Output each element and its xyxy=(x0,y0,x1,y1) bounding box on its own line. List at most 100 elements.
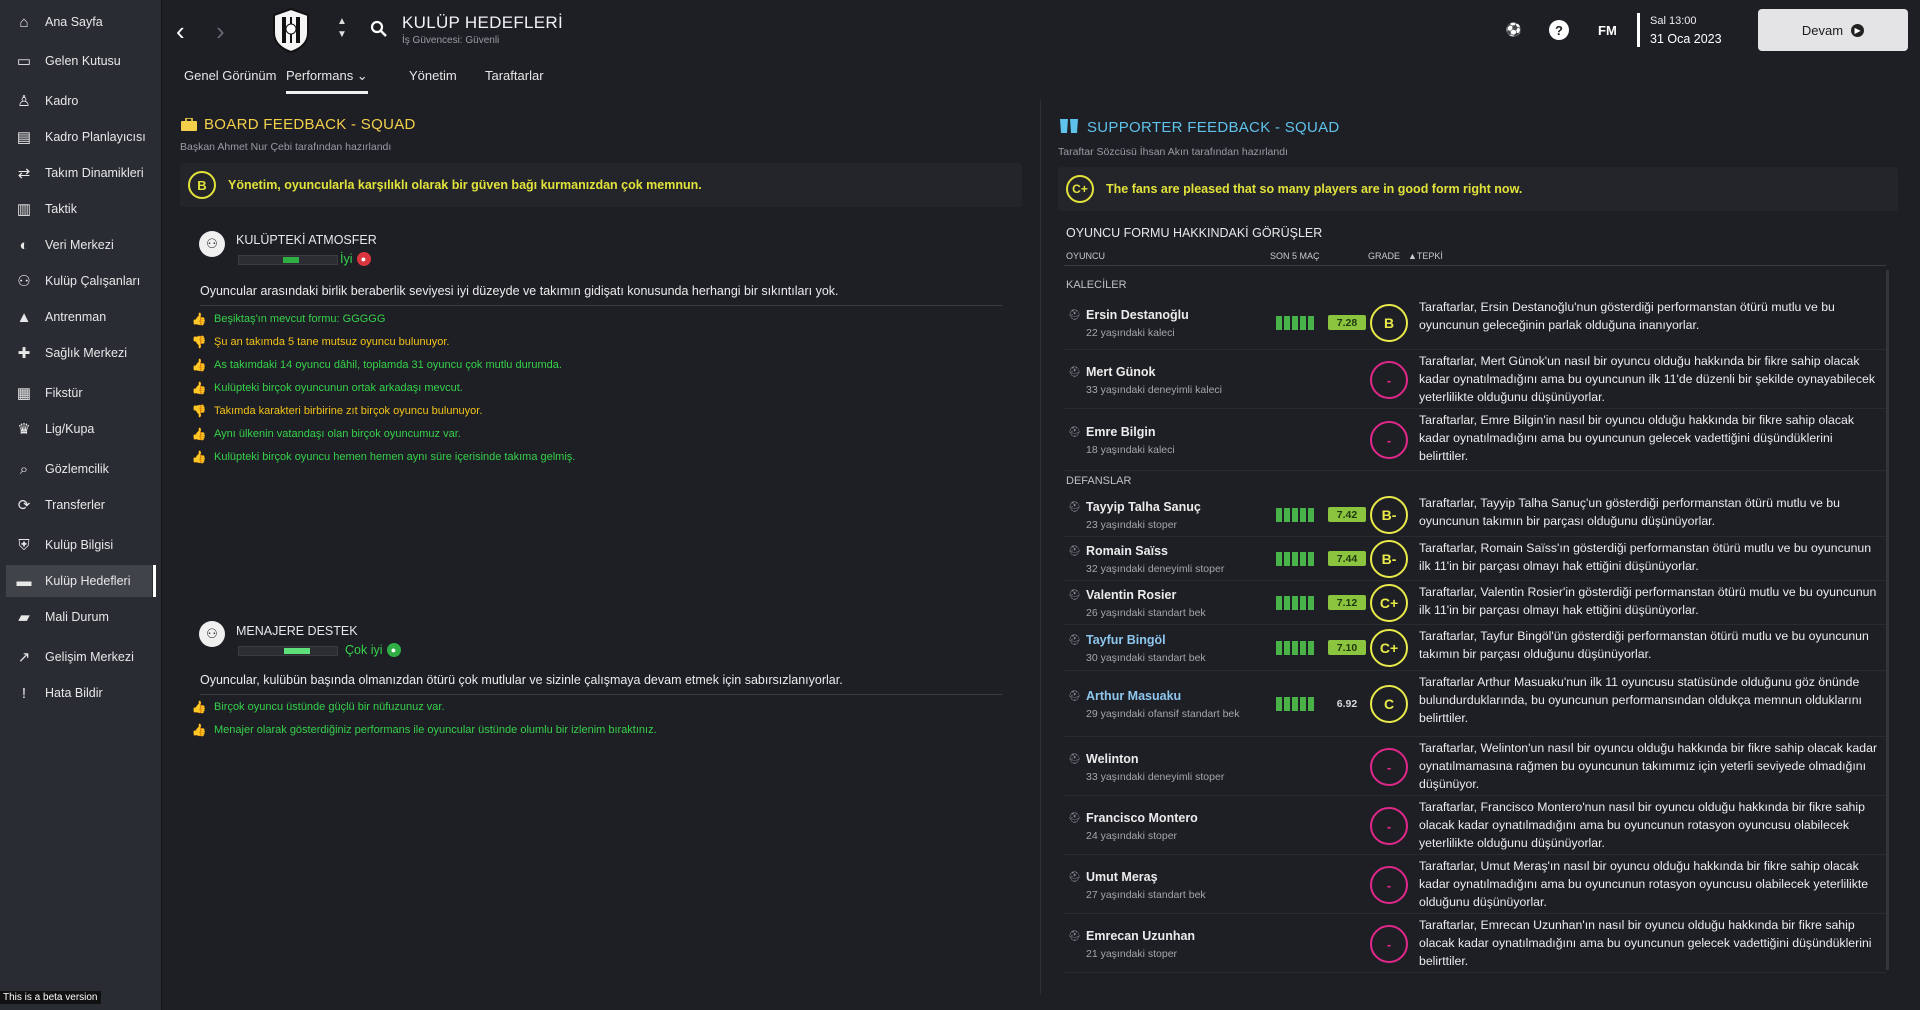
sidebar-item[interactable]: ! Hata Bildir xyxy=(6,677,152,709)
column-reaction[interactable]: ▲TEPKİ xyxy=(1408,251,1443,261)
player-name[interactable]: Emre Bilgin xyxy=(1086,425,1155,439)
form-bar xyxy=(1292,508,1298,522)
fm-logo[interactable]: FM xyxy=(1598,23,1617,38)
sidebar-item[interactable]: ▲ Antrenman xyxy=(6,301,152,333)
tab-supporters[interactable]: Taraftarlar xyxy=(485,68,544,83)
sidebar-item[interactable]: ⛨ Kulüp Bilgisi xyxy=(6,529,152,561)
player-name[interactable]: Emrecan Uzunhan xyxy=(1086,929,1195,943)
thumbs-down-icon: 👎 xyxy=(191,335,207,349)
sidebar-item[interactable]: ♛ Lig/Kupa xyxy=(6,413,152,445)
player-row[interactable]: ⛑ Ersin Destanoğlu 22 yaşındaki kaleci 7.28… xyxy=(1064,296,1886,350)
sidebar-item[interactable]: ⚇ Kulüp Çalışanları xyxy=(6,265,152,297)
player-row[interactable]: ⛑ Welinton 33 yaşındaki deneyimli stoper - T… xyxy=(1064,737,1886,796)
top-bar: ‹ › ▲ ▼ KULÜP HEDEFLERİ İş Güvencesi: Güv… xyxy=(162,0,1920,58)
last5-form-bars xyxy=(1276,697,1314,711)
player-name[interactable]: Mert Günok xyxy=(1086,365,1155,379)
player-grade: - xyxy=(1370,421,1408,459)
player-status-icon: ⛑ xyxy=(1068,427,1081,438)
player-row[interactable]: ⛑ Tayfur Bingöl 30 yaşındaki standart bek 7… xyxy=(1064,625,1886,671)
sidebar-item[interactable]: ▭ Gelen Kutusu xyxy=(6,45,152,77)
sidebar-item[interactable]: ⇄ Takım Dinamikleri xyxy=(6,157,152,189)
player-name[interactable]: Ersin Destanoğlu xyxy=(1086,308,1189,322)
player-row[interactable]: ⛑ Valentin Rosier 26 yaşındaki standart be… xyxy=(1064,581,1886,625)
supporter-feedback-author: Taraftar Sözcüsü İhsan Akın tarafından h… xyxy=(1058,146,1288,158)
form-bar xyxy=(1292,552,1298,566)
fan-reaction: Taraftarlar, Tayfur Bingöl'ün gösterdiği… xyxy=(1419,629,1869,661)
scouting-icon: ⌕ xyxy=(19,460,29,478)
player-description: 18 yaşındaki kaleci xyxy=(1086,444,1175,456)
form-bar xyxy=(1292,641,1298,655)
club-switch-icon[interactable]: ▲ ▼ xyxy=(337,15,347,41)
sidebar-item-label: Kulüp Bilgisi xyxy=(45,538,114,552)
sidebar-item[interactable]: ▥ Taktik xyxy=(6,193,152,225)
back-arrow-icon[interactable]: ‹ xyxy=(176,18,185,44)
sidebar-item-label: Kulüp Çalışanları xyxy=(45,274,141,288)
player-status-icon: ⛑ xyxy=(1068,367,1081,378)
sidebar-item[interactable]: ♙ Kadro xyxy=(6,85,152,117)
player-row[interactable]: ⛑ Emrecan Uzunhan 21 yaşındaki stoper - Tara… xyxy=(1064,914,1886,973)
scrollbar[interactable] xyxy=(1886,270,1889,970)
player-name[interactable]: Tayyip Talha Sanuç xyxy=(1086,500,1201,514)
player-name[interactable]: Romain Saïss xyxy=(1086,544,1168,558)
sidebar-item[interactable]: ⟳ Transferler xyxy=(6,489,152,521)
fan-reaction: Taraftarlar, Umut Meraş'ın nasıl bir oyu… xyxy=(1419,859,1869,909)
development-icon: ↗ xyxy=(17,649,31,666)
sidebar-item[interactable]: ▰ Mali Durum xyxy=(6,601,152,633)
sidebar-item[interactable]: ⌕ Gözlemcilik xyxy=(6,453,152,485)
job-security: İş Güvencesi: Güvenli xyxy=(402,35,500,46)
shirt-icon: ♙ xyxy=(17,93,31,110)
search-icon[interactable] xyxy=(370,20,388,38)
player-row[interactable]: ⛑ Tayyip Talha Sanuç 23 yaşındaki stoper 7.… xyxy=(1064,492,1886,537)
feedback-text: Takımda karakteri birbirine zıt birçok o… xyxy=(214,405,483,417)
fan-reaction: Taraftarlar, Ersin Destanoğlu'nun göster… xyxy=(1419,300,1835,332)
player-row[interactable]: ⛑ Francisco Montero 24 yaşındaki stoper - Ta… xyxy=(1064,796,1886,855)
sidebar-item[interactable]: ▦ Fikstür xyxy=(6,377,152,409)
form-bar xyxy=(1300,697,1306,711)
sidebar-item[interactable]: ✚ Sağlık Merkezi xyxy=(6,337,152,369)
sidebar-item[interactable]: ◐ Veri Merkezi xyxy=(6,229,152,261)
tab-overview[interactable]: Genel Görünüm xyxy=(184,68,277,83)
page-title: KULÜP HEDEFLERİ xyxy=(402,13,564,32)
continue-button[interactable]: Devam ▶ xyxy=(1758,9,1908,51)
form-bar xyxy=(1308,508,1314,522)
sidebar-item[interactable]: ↗ Gelişim Merkezi xyxy=(6,641,152,673)
tab-board[interactable]: Yönetim xyxy=(409,68,457,83)
fan-reaction: Taraftarlar, Francisco Montero'nun nasıl… xyxy=(1419,800,1865,850)
manager-support-icon: ⚇ xyxy=(199,621,225,647)
sidebar-item[interactable]: ⌂ Ana Sayfa xyxy=(6,6,152,38)
manager-support-level: Çok iyi ● xyxy=(345,643,401,657)
sidebar-item[interactable]: ▬ Kulüp Hedefleri xyxy=(6,565,156,597)
form-bar xyxy=(1284,552,1290,566)
feedback-text: Şu an takımda 5 tane mutsuz oyuncu bulun… xyxy=(214,336,450,348)
supporter-verdict-text: The fans are pleased that so many player… xyxy=(1106,182,1523,196)
player-row[interactable]: ⛑ Emre Bilgin 18 yaşındaki kaleci - Taraftar… xyxy=(1064,409,1886,471)
player-name[interactable]: Francisco Montero xyxy=(1086,811,1198,825)
player-row[interactable]: ⛑ Mert Günok 33 yaşındaki deneyimli kaleci… xyxy=(1064,350,1886,409)
player-name[interactable]: Valentin Rosier xyxy=(1086,588,1176,602)
player-row[interactable]: ⛑ Romain Saïss 32 yaşındaki deneyimli stop… xyxy=(1064,537,1886,581)
column-grade[interactable]: GRADE xyxy=(1368,251,1400,261)
player-row[interactable]: ⛑ Umut Meraş 27 yaşındaki standart bek - Tar… xyxy=(1064,855,1886,914)
player-status-icon: ⛑ xyxy=(1068,872,1081,883)
ball-icon[interactable]: ⚽ xyxy=(1504,20,1524,40)
player-status-icon: ⛑ xyxy=(1068,691,1081,702)
club-crest-icon[interactable] xyxy=(270,7,312,53)
player-name[interactable]: Arthur Masuaku xyxy=(1086,689,1181,703)
help-icon[interactable]: ? xyxy=(1549,20,1569,40)
sub-tabs: Genel Görünüm Performans ⌄ Yönetim Taraf… xyxy=(162,58,962,94)
column-last5[interactable]: SON 5 MAÇ xyxy=(1270,251,1320,261)
tab-performance[interactable]: Performans ⌄ xyxy=(286,68,368,94)
feedback-text: Beşiktaş'ın mevcut formu: GGGGG xyxy=(214,313,386,325)
column-player[interactable]: OYUNCU xyxy=(1066,251,1105,261)
board-grade: B xyxy=(188,171,216,199)
player-name[interactable]: Umut Meraş xyxy=(1086,870,1158,884)
player-name[interactable]: Welinton xyxy=(1086,752,1139,766)
player-grade: - xyxy=(1370,925,1408,963)
player-name[interactable]: Tayfur Bingöl xyxy=(1086,633,1166,647)
player-grade: - xyxy=(1370,361,1408,399)
forward-arrow-icon[interactable]: › xyxy=(216,18,225,44)
form-bar xyxy=(1292,697,1298,711)
sidebar-item[interactable]: ▤ Kadro Planlayıcısı xyxy=(6,121,152,153)
player-row[interactable]: ⛑ Arthur Masuaku 29 yaşındaki ofansif stan… xyxy=(1064,671,1886,737)
sidebar-item-label: Mali Durum xyxy=(45,610,109,624)
